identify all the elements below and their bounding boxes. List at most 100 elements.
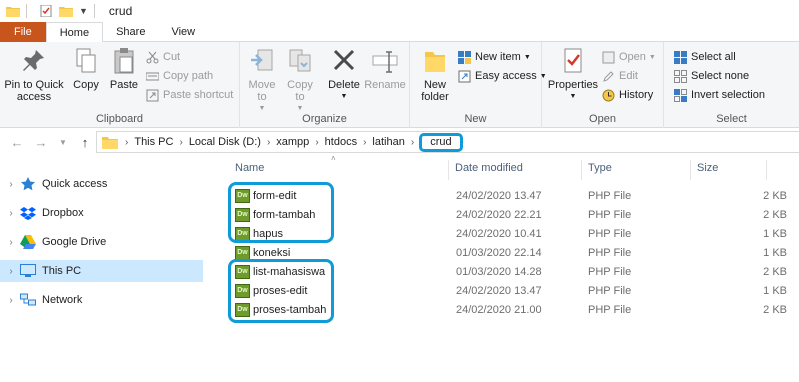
column-divider[interactable] <box>690 160 691 180</box>
column-divider[interactable] <box>581 160 582 180</box>
copy-path-button[interactable]: Copy path <box>146 67 213 85</box>
paste-shortcut-icon <box>146 89 159 101</box>
back-arrow-icon[interactable]: ← <box>8 133 26 151</box>
rename-button[interactable]: Rename <box>364 46 406 91</box>
nav-label: Dropbox <box>42 207 84 219</box>
select-none-icon <box>674 69 687 83</box>
up-arrow-icon[interactable]: ↑ <box>76 133 94 151</box>
breadcrumb-this-pc[interactable]: This PC <box>131 136 176 148</box>
paste-shortcut-label: Paste shortcut <box>163 89 234 101</box>
file-row[interactable]: Dw form-edit 24/02/2020 13.47 PHP File 2… <box>227 187 799 206</box>
chevron-down-icon: ▼ <box>648 53 656 61</box>
expand-chevron-icon[interactable]: › <box>2 295 20 306</box>
copy-label: Copy <box>73 79 99 91</box>
expand-chevron-icon[interactable]: › <box>2 237 20 248</box>
cut-button[interactable]: Cut <box>146 48 180 66</box>
file-size: 1 KB <box>763 285 787 297</box>
file-row[interactable]: Dw koneksi 01/03/2020 22.14 PHP File 1 K… <box>227 244 799 263</box>
breadcrumb-crud[interactable]: crud <box>419 132 463 152</box>
file-type: PHP File <box>588 304 632 316</box>
column-header-date[interactable]: Date modified <box>455 162 523 174</box>
select-none-button[interactable]: Select none <box>674 67 749 85</box>
nav-item-this-pc[interactable]: › This PC <box>0 260 203 282</box>
forward-arrow-icon[interactable]: → <box>32 133 50 151</box>
breadcrumb-chevron-icon[interactable]: › <box>360 137 369 148</box>
easy-access-button[interactable]: Easy access ▼ <box>458 67 547 85</box>
copy-to-button[interactable]: Copy to ▼ <box>282 46 318 115</box>
breadcrumb-chevron-icon[interactable]: › <box>122 137 131 148</box>
column-header-type[interactable]: Type <box>588 162 612 174</box>
properties-icon[interactable] <box>39 5 53 17</box>
file-row[interactable]: Dw proses-edit 24/02/2020 13.47 PHP File… <box>227 282 799 301</box>
breadcrumb-htdocs[interactable]: htdocs <box>322 136 360 148</box>
breadcrumb-chevron-icon[interactable]: › <box>176 137 185 148</box>
copy-path-icon <box>146 72 159 80</box>
breadcrumb-chevron-icon[interactable]: › <box>264 137 273 148</box>
select-group: Select all Select none Invert selection … <box>664 42 799 128</box>
open-button[interactable]: Open ▼ <box>602 48 656 66</box>
column-divider[interactable] <box>448 160 449 180</box>
organize-group: Move to ▼ Copy to ▼ Delete ▼ Rename Orga… <box>240 42 410 128</box>
properties-icon <box>564 48 582 73</box>
expand-chevron-icon[interactable]: › <box>2 208 20 219</box>
file-row[interactable]: Dw hapus 24/02/2020 10.41 PHP File 1 KB <box>227 225 799 244</box>
navigation-bar: ← → ▼ ↑ › This PC › Local Disk (D:) › xa… <box>0 128 799 156</box>
select-all-button[interactable]: Select all <box>674 48 736 66</box>
recent-locations-chevron-icon[interactable]: ▼ <box>54 133 72 151</box>
breadcrumb-latihan[interactable]: latihan <box>369 136 407 148</box>
breadcrumb-chevron-icon[interactable]: › <box>408 137 417 148</box>
address-bar[interactable]: › This PC › Local Disk (D:) › xampp › ht… <box>96 131 799 153</box>
open-label-text: Open <box>589 113 616 125</box>
column-header-size[interactable]: Size <box>697 162 718 174</box>
copy-to-icon <box>289 49 311 72</box>
new-folder-button[interactable]: New folder <box>414 46 456 103</box>
clipboard-group: Pin to Quick access Copy Paste Cut Copy … <box>0 42 240 128</box>
expand-chevron-icon[interactable]: › <box>2 179 20 190</box>
tab-view[interactable]: View <box>158 22 208 42</box>
file-list: ˄ Name Date modified Type Size Dw form-e… <box>203 154 799 382</box>
file-size: 2 KB <box>763 304 787 316</box>
pin-button[interactable]: Pin to Quick access <box>4 46 64 103</box>
properties-button[interactable]: Properties ▼ <box>546 46 600 103</box>
file-name: list-mahasiswa <box>253 266 326 278</box>
paste-button[interactable]: Paste <box>106 46 142 91</box>
file-size: 2 KB <box>763 190 787 202</box>
file-row[interactable]: Dw form-tambah 24/02/2020 22.21 PHP File… <box>227 206 799 225</box>
breadcrumb-chevron-icon[interactable]: › <box>312 137 321 148</box>
nav-item-quick-access[interactable]: › Quick access <box>0 173 203 195</box>
file-row[interactable]: Dw list-mahasiswa 01/03/2020 14.28 PHP F… <box>227 263 799 282</box>
copy-button[interactable]: Copy <box>68 46 104 91</box>
move-to-button[interactable]: Move to ▼ <box>244 46 280 115</box>
tab-share[interactable]: Share <box>103 22 158 42</box>
new-folder-icon[interactable] <box>59 5 73 17</box>
file-type: PHP File <box>588 247 632 259</box>
history-button[interactable]: History <box>602 86 653 104</box>
tab-home[interactable]: Home <box>45 22 104 43</box>
file-row[interactable]: Dw proses-tambah 24/02/2020 21.00 PHP Fi… <box>227 301 799 320</box>
breadcrumb-xampp[interactable]: xampp <box>273 136 312 148</box>
delete-button[interactable]: Delete ▼ <box>326 46 362 103</box>
folder-icon <box>6 7 20 17</box>
nav-item-dropbox[interactable]: › Dropbox <box>0 202 203 224</box>
column-divider[interactable] <box>766 160 767 180</box>
breadcrumb-local-disk[interactable]: Local Disk (D:) <box>186 136 264 148</box>
new-item-button[interactable]: New item ▼ <box>458 48 531 66</box>
clipboard-label: Clipboard <box>95 113 144 125</box>
nav-item-network[interactable]: › Network <box>0 289 203 311</box>
copy-icon <box>76 48 96 73</box>
paste-shortcut-button[interactable]: Paste shortcut <box>146 86 233 104</box>
dreamweaver-file-icon: Dw <box>235 284 250 298</box>
dreamweaver-file-icon: Dw <box>235 189 250 203</box>
dropbox-icon <box>20 207 36 220</box>
customize-dropdown-icon[interactable]: ▼ <box>79 6 88 16</box>
file-date: 24/02/2020 21.00 <box>456 304 542 316</box>
file-size: 1 KB <box>763 228 787 240</box>
edit-button[interactable]: Edit <box>602 67 638 85</box>
nav-item-google-drive[interactable]: › Google Drive <box>0 231 203 253</box>
column-header-name[interactable]: Name <box>235 162 264 174</box>
invert-selection-button[interactable]: Invert selection <box>674 86 765 104</box>
nav-label: Network <box>42 294 83 306</box>
expand-chevron-icon[interactable]: › <box>2 266 20 277</box>
sort-indicator-icon: ˄ <box>331 154 336 163</box>
tab-file[interactable]: File <box>0 22 46 42</box>
